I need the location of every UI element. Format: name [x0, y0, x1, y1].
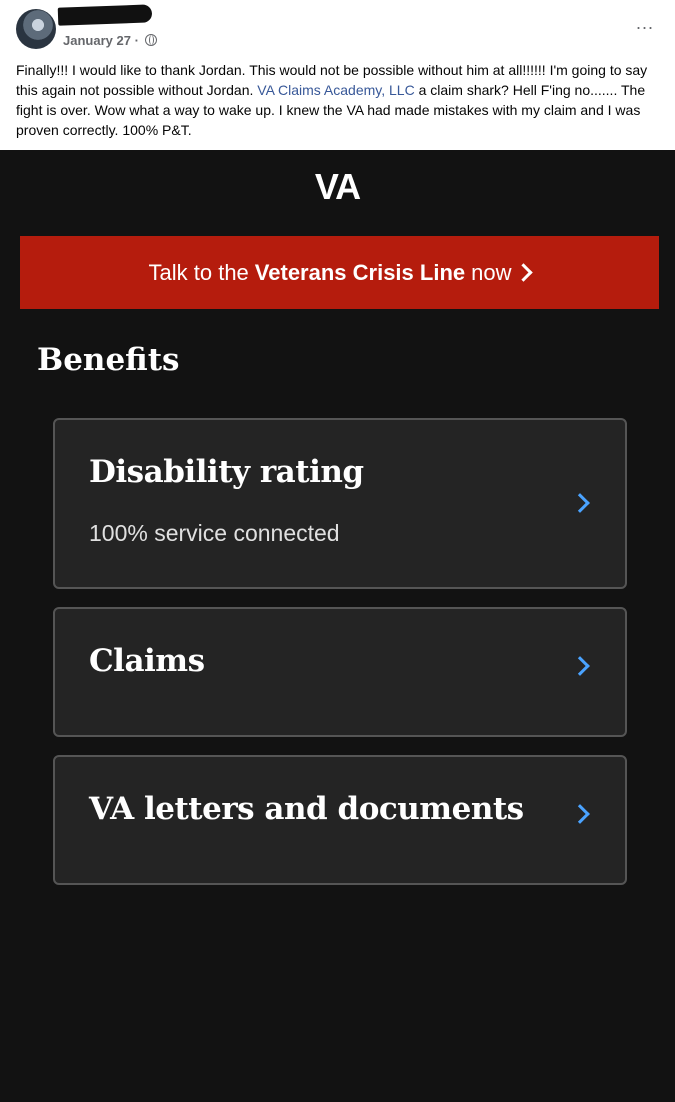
meta-separator: · — [134, 33, 139, 48]
banner-suffix: now — [471, 259, 512, 285]
card-title: VA letters and documents — [89, 791, 524, 827]
globe-icon — [144, 34, 157, 46]
card-disability-rating[interactable]: Disability rating 100% service connected — [53, 418, 627, 589]
chevron-right-icon — [570, 493, 590, 513]
va-logo: VA — [314, 166, 361, 207]
banner-bold: Veterans Crisis Line — [254, 259, 466, 285]
section-title: Benefits — [37, 342, 180, 378]
post-date[interactable]: January 27 — [63, 33, 131, 48]
post-text: Finally!!! I would like to thank Jordan.… — [16, 60, 661, 140]
redacted-name — [57, 4, 153, 26]
va-app-screenshot: VA Talk to the Veterans Crisis Line now … — [0, 150, 675, 1102]
post-meta: January 27 · — [63, 33, 157, 48]
banner-prefix: Talk to the — [148, 259, 249, 285]
card-subtitle: 100% service connected — [89, 520, 340, 546]
more-icon[interactable]: ... — [636, 14, 654, 32]
avatar[interactable] — [16, 9, 56, 49]
facebook-post-header: January 27 · ... Finally!!! I would like… — [0, 0, 675, 150]
page-link[interactable]: VA Claims Academy, LLC — [257, 82, 414, 98]
crisis-line-banner[interactable]: Talk to the Veterans Crisis Line now — [20, 236, 659, 309]
card-title: Claims — [89, 643, 205, 679]
chevron-right-icon — [570, 804, 590, 824]
card-va-letters[interactable]: VA letters and documents — [53, 755, 627, 885]
card-title: Disability rating — [89, 454, 364, 490]
card-claims[interactable]: Claims — [53, 607, 627, 737]
chevron-right-icon — [570, 656, 590, 676]
chevron-right-icon — [514, 263, 534, 282]
